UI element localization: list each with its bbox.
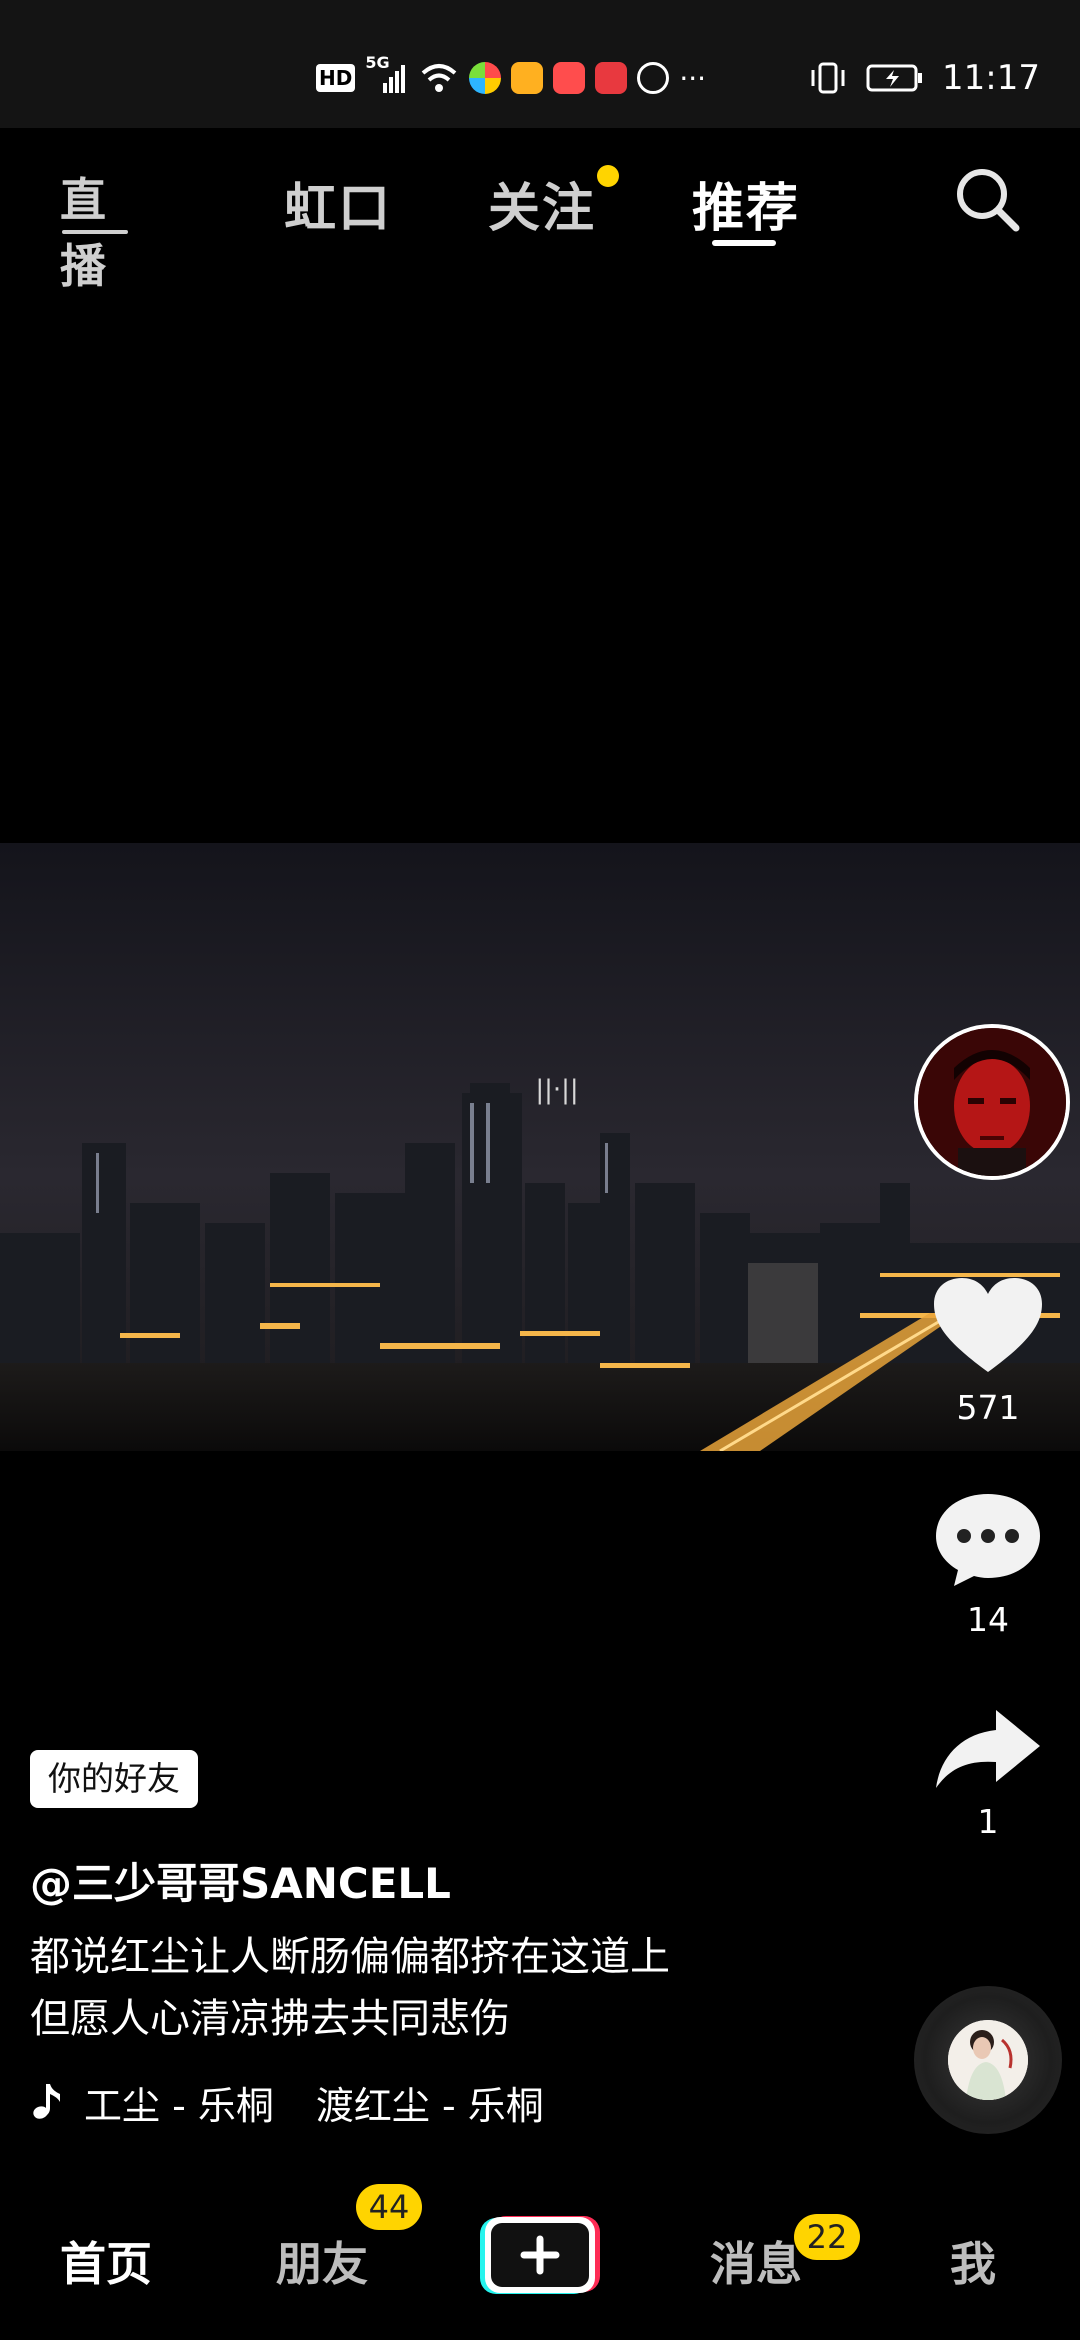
share-button[interactable]: 1	[930, 1706, 1046, 1841]
share-arrow-icon	[936, 1710, 1040, 1788]
video-watermark: ||·||	[535, 1075, 578, 1105]
description-line: 但愿人心清凉拂去共同悲伤	[30, 1996, 510, 2042]
live-button[interactable]: 直播	[60, 162, 130, 293]
status-bar: HD 5G ··· 11:17	[0, 0, 1080, 128]
more-icon: ···	[679, 61, 707, 95]
following-new-dot	[597, 165, 619, 187]
avatar-portrait	[918, 1028, 1066, 1176]
messages-badge: 22	[794, 2214, 860, 2260]
tab-local[interactable]: 虹口	[284, 166, 392, 241]
comment-button[interactable]: 14	[930, 1488, 1046, 1639]
author-name[interactable]: @三少哥哥SANCELL	[30, 1850, 451, 1911]
author-avatar[interactable]	[914, 1024, 1070, 1180]
active-tab-indicator	[712, 240, 776, 246]
music-title-1: 工尘 - 乐桐	[84, 2083, 274, 2128]
huawei-app-icon	[595, 62, 628, 94]
video-description[interactable]: 都说红尘让人断肠偏偏都挤在这道上 但愿人心清凉拂去共同悲伤	[30, 1926, 670, 2050]
music-note-icon	[33, 2084, 60, 2119]
music-title-2: 渡红尘 - 乐桐	[315, 2083, 544, 2128]
friends-badge: 44	[356, 2184, 422, 2230]
share-count: 1	[977, 1802, 999, 1841]
nav-messages[interactable]: 消息	[710, 2228, 802, 2294]
notes-app-icon	[511, 62, 544, 94]
video-player[interactable]: ||·||	[0, 843, 1080, 1451]
city-night-video-frame: ||·||	[0, 843, 1080, 1451]
top-nav: 直播 虹口 关注 推荐	[0, 128, 1080, 293]
create-button[interactable]	[478, 2214, 600, 2296]
live-tv-underline	[62, 230, 128, 234]
nav-me[interactable]: 我	[950, 2228, 996, 2294]
wifi-icon	[419, 61, 459, 95]
signal-icon: 5G	[365, 53, 409, 95]
clock: 11:17	[942, 58, 1040, 98]
music-cover	[948, 2020, 1028, 2100]
heart-icon	[934, 1278, 1042, 1372]
like-button[interactable]: 571	[930, 1274, 1046, 1427]
plus-icon	[480, 2216, 600, 2294]
nav-home[interactable]: 首页	[60, 2228, 152, 2294]
browser-app-icon	[469, 62, 502, 94]
vibrate-icon	[808, 61, 848, 95]
bottom-nav: 首页 朋友 44 消息 22 我	[0, 2170, 1080, 2340]
battery-icon	[866, 63, 924, 93]
comment-count: 14	[967, 1600, 1009, 1639]
nav-friends[interactable]: 朋友	[276, 2228, 368, 2294]
book-app-icon	[553, 62, 586, 94]
music-info[interactable]: 工尘 - 乐桐 渡红尘 - 乐桐	[30, 2076, 544, 2128]
network-type: 5G	[365, 53, 390, 72]
tab-following[interactable]: 关注	[488, 166, 596, 241]
comment-icon	[936, 1494, 1040, 1586]
search-button[interactable]	[952, 164, 1024, 236]
tab-recommended[interactable]: 推荐	[692, 166, 800, 241]
hd-icon: HD	[316, 64, 356, 92]
music-disc[interactable]	[914, 1986, 1062, 2134]
friend-badge: 你的好友	[30, 1750, 198, 1808]
search-icon	[957, 169, 1020, 232]
hand-app-icon	[637, 62, 670, 94]
description-line: 都说红尘让人断肠偏偏都挤在这道上	[30, 1934, 670, 1980]
music-cover-art	[948, 2020, 1028, 2100]
status-icons: HD 5G ···	[316, 53, 707, 98]
like-count: 571	[956, 1388, 1020, 1427]
